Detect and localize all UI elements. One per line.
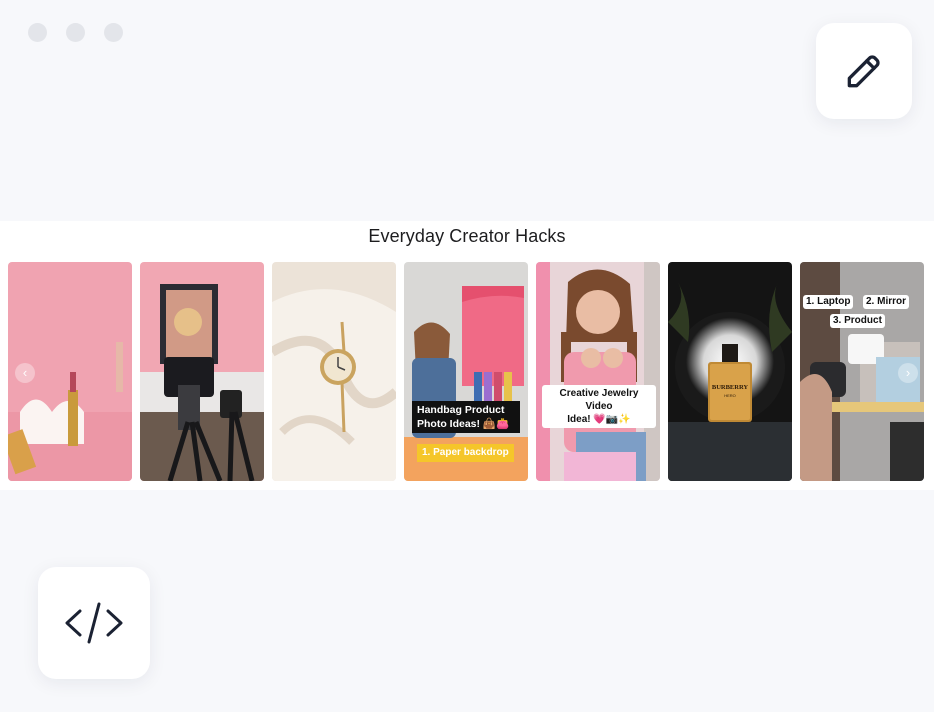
- window-close-dot[interactable]: [28, 23, 47, 42]
- perfume-image: [668, 262, 792, 481]
- jewelry-caption-line1: Creative Jewelry Video: [559, 388, 639, 412]
- watch-image: [272, 262, 396, 481]
- gallery-card-watch[interactable]: [272, 262, 396, 481]
- gallery-card-lipstick[interactable]: ‹: [8, 262, 132, 481]
- gallery-card-camera[interactable]: [140, 262, 264, 481]
- jewelry-caption: Creative Jewelry Video Idea! 💗📷✨: [542, 385, 656, 428]
- perfume-brand-sub: HERO: [724, 393, 736, 398]
- setup-item-2: 2. Mirror: [863, 295, 910, 309]
- window-controls: [28, 23, 123, 42]
- setup-item-3: 3. Product: [830, 314, 885, 328]
- gallery-card-perfume[interactable]: BURBERRY HERO: [668, 262, 792, 481]
- next-arrow-icon[interactable]: ›: [898, 363, 918, 383]
- gallery-card-handbag[interactable]: Handbag Product Photo Ideas! 👜👛 1. Paper…: [404, 262, 528, 481]
- camera-setup-image: [140, 262, 264, 481]
- code-icon: [65, 602, 123, 644]
- video-gallery: ‹ Handbag Product Photo Ideas! 👜👛 1. Pap…: [8, 262, 924, 481]
- gallery-card-jewelry[interactable]: Creative Jewelry Video Idea! 💗📷✨: [536, 262, 660, 481]
- jewelry-caption-line2: Idea! 💗📷✨: [567, 414, 631, 425]
- handbag-caption-line1: Handbag Product: [417, 404, 505, 416]
- window-minimize-dot[interactable]: [66, 23, 85, 42]
- setup-item-1: 1. Laptop: [803, 295, 854, 309]
- app-window: Everyday Creator Hacks ‹ Handbag Product…: [0, 0, 934, 712]
- handbag-caption: Handbag Product Photo Ideas! 👜👛: [412, 401, 520, 433]
- prev-arrow-icon[interactable]: ‹: [15, 363, 35, 383]
- window-maximize-dot[interactable]: [104, 23, 123, 42]
- edit-button[interactable]: [816, 23, 912, 119]
- gallery-title: Everyday Creator Hacks: [368, 226, 566, 246]
- pencil-icon: [847, 55, 880, 88]
- handbag-sub-caption: 1. Paper backdrop: [417, 444, 514, 462]
- gallery-card-setup[interactable]: 1. Laptop 2. Mirror 3. Product ›: [800, 262, 924, 481]
- jewelry-image: [536, 262, 660, 481]
- code-button[interactable]: [38, 567, 150, 679]
- gallery-widget: Everyday Creator Hacks ‹ Handbag Product…: [0, 221, 934, 490]
- handbag-caption-line2: Photo Ideas! 👜👛: [417, 418, 510, 430]
- perfume-brand: BURBERRY: [711, 384, 749, 391]
